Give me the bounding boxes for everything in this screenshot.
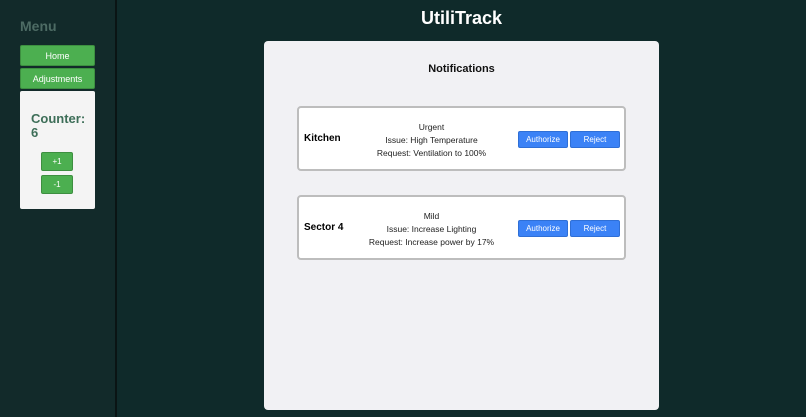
reject-button[interactable]: Reject — [570, 131, 620, 148]
notification-card: Kitchen Urgent Issue: High Temperature R… — [297, 106, 626, 171]
notification-location: Kitchen — [304, 133, 341, 144]
notification-issue: Issue: Increase Lighting — [386, 224, 477, 234]
authorize-button[interactable]: Authorize — [518, 131, 568, 148]
counter-label: Counter: — [31, 111, 86, 126]
notification-details: Mild Issue: Increase Lighting Request: I… — [359, 210, 504, 249]
authorize-button[interactable]: Authorize — [518, 220, 568, 237]
decrement-button[interactable]: -1 — [41, 175, 73, 194]
app-title: UtiliTrack — [420, 8, 503, 28]
sidebar: Menu Home Adjustments Counter: 6 +1 -1 — [0, 0, 117, 417]
panel-title: Notifications — [428, 63, 495, 75]
notification-severity: Mild — [423, 211, 440, 221]
counter-value: 6 — [31, 125, 39, 140]
notification-location: Sector 4 — [304, 222, 344, 233]
reject-button[interactable]: Reject — [570, 220, 620, 237]
menu-title: Menu — [20, 18, 57, 34]
increment-button[interactable]: +1 — [41, 152, 73, 171]
counter-display: Counter: 6 — [31, 112, 93, 140]
notifications-panel: Notifications Kitchen Urgent Issue: High… — [264, 41, 659, 410]
notification-issue: Issue: High Temperature — [385, 135, 478, 145]
notification-severity: Urgent — [418, 122, 445, 132]
adjustments-button[interactable]: Adjustments — [20, 68, 95, 89]
notification-request: Request: Ventilation to 100% — [376, 148, 487, 158]
notification-card: Sector 4 Mild Issue: Increase Lighting R… — [297, 195, 626, 260]
notification-request: Request: Increase power by 17% — [368, 237, 495, 247]
notification-details: Urgent Issue: High Temperature Request: … — [359, 121, 504, 160]
counter-card: Counter: 6 +1 -1 — [20, 91, 95, 209]
home-button[interactable]: Home — [20, 45, 95, 66]
